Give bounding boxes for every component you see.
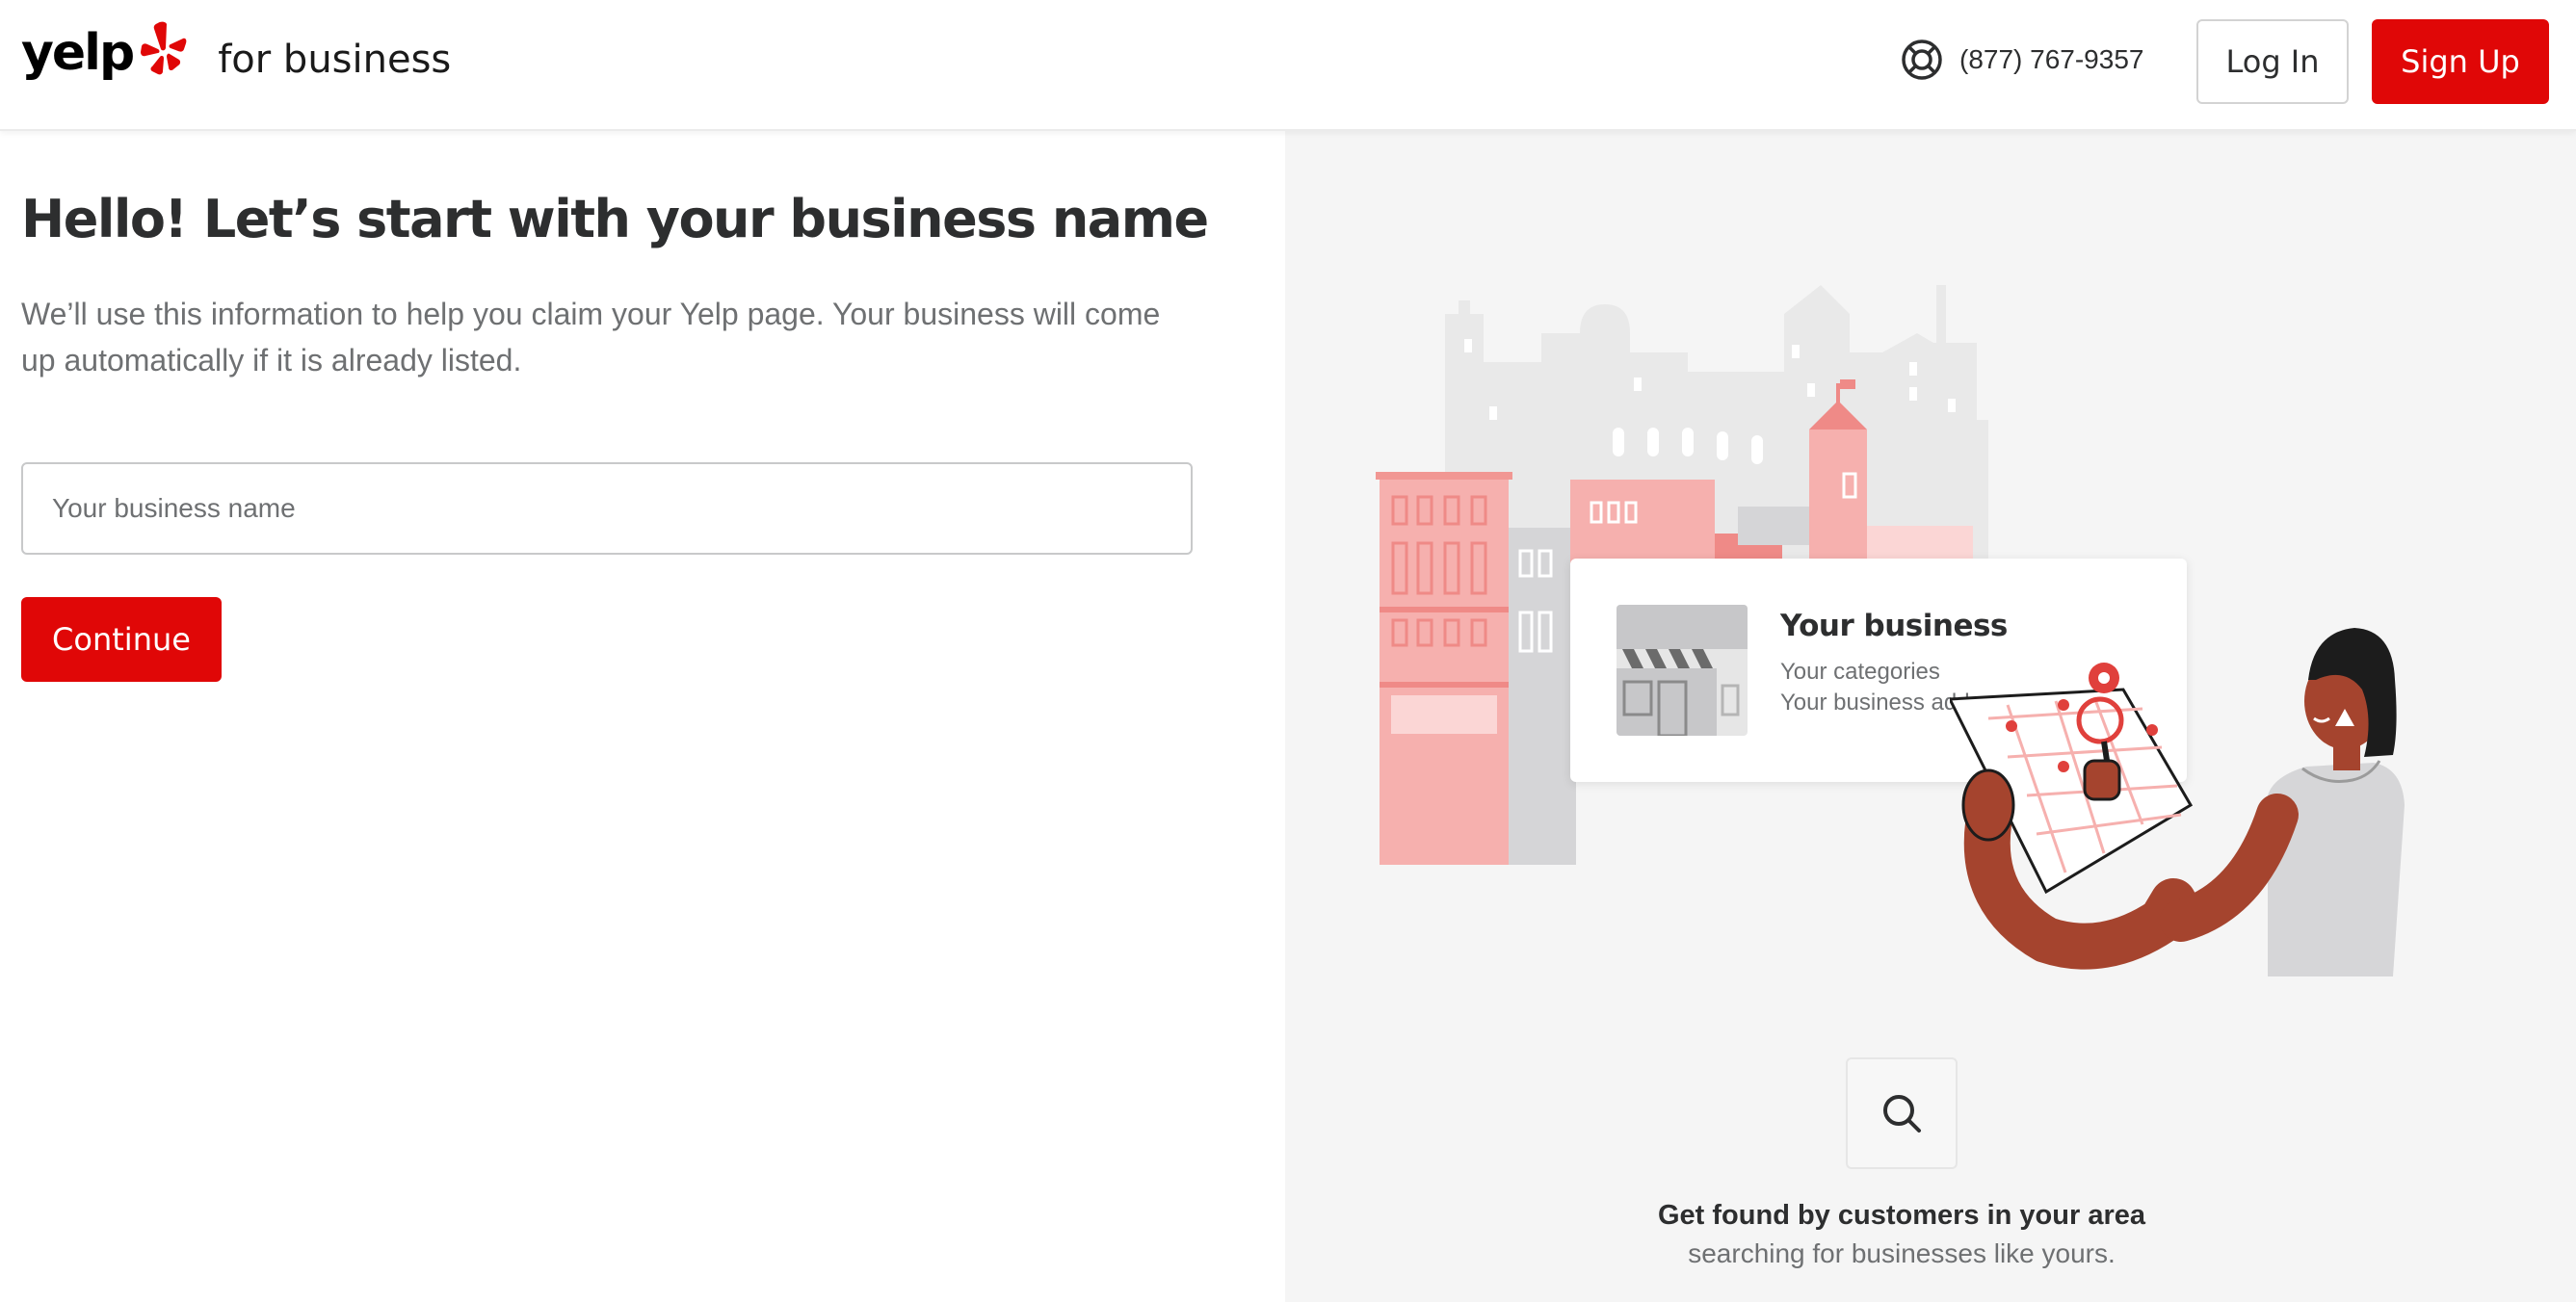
lifebuoy-icon bbox=[1902, 39, 1942, 80]
promo-subtitle: searching for businesses like yours. bbox=[1688, 1238, 2116, 1268]
promo-panel: Your business Your categories Your busin… bbox=[1285, 131, 2576, 1302]
storefront-icon bbox=[1617, 605, 1748, 736]
business-name-form: Hello! Let’s start with your business na… bbox=[0, 131, 1285, 1302]
phone-number: (877) 767-9357 bbox=[1959, 44, 2144, 74]
promo-title: Get found by customers in your area bbox=[1658, 1200, 2145, 1231]
login-button[interactable]: Log In bbox=[2196, 19, 2349, 104]
support-phone[interactable]: (877) 767-9357 bbox=[1900, 33, 2143, 87]
page-subtitle: We’ll use this information to help you c… bbox=[21, 297, 1161, 378]
top-header: yelp for business (877) 767-9357 Log In … bbox=[0, 0, 2576, 131]
for-business-label: for business bbox=[218, 38, 452, 82]
yelp-burst-icon bbox=[141, 21, 187, 75]
business-name-input[interactable] bbox=[21, 462, 1193, 555]
page-title: Hello! Let’s start with your business na… bbox=[21, 189, 1209, 249]
yelp-for-business-logo[interactable]: yelp for business bbox=[21, 19, 451, 87]
person-with-map-illustration bbox=[1950, 628, 2405, 976]
search-feature-tile bbox=[1846, 1057, 1958, 1169]
business-categories-preview: Your categories bbox=[1780, 659, 1940, 685]
continue-button[interactable]: Continue bbox=[21, 597, 222, 682]
search-icon bbox=[1883, 1095, 1921, 1133]
signup-button[interactable]: Sign Up bbox=[2372, 19, 2549, 104]
yelp-wordmark: yelp bbox=[21, 24, 135, 82]
